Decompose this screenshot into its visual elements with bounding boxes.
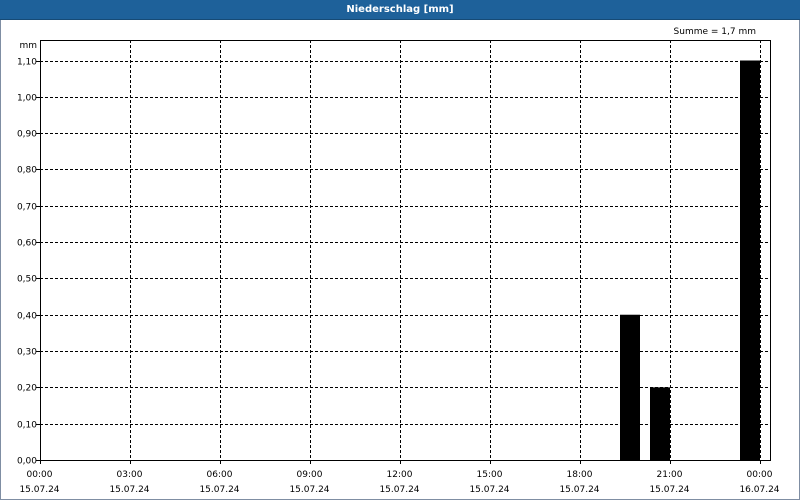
- x-tick-date-label: 15.07.24: [649, 485, 689, 495]
- x-tick-time-label: 00:00: [27, 470, 53, 480]
- y-tick-label: 0,30: [17, 348, 37, 358]
- x-tick-date-label: 15.07.24: [289, 485, 329, 495]
- y-tick-label: 0,80: [17, 166, 37, 176]
- x-tick-date-label: 15.07.24: [19, 485, 59, 495]
- y-tick-label: 1,00: [17, 94, 37, 104]
- x-tick-time-label: 06:00: [207, 470, 233, 480]
- precipitation-bar: [650, 387, 670, 460]
- x-tick-date-label: 16.07.24: [739, 485, 779, 495]
- x-tick-time-label: 09:00: [297, 470, 323, 480]
- x-tick-date-label: 15.07.24: [199, 485, 239, 495]
- y-tick-label: 0,90: [17, 130, 37, 140]
- y-axis-label: mm: [19, 41, 37, 51]
- precipitation-chart: 0,00 0,10 0,20 0,30 0,40 0,50 0,60 0,70 0,80 0,90…: [17, 27, 780, 495]
- x-tick-time-label: 21:00: [657, 470, 683, 480]
- x-tick-date-label: 15.07.24: [379, 485, 419, 495]
- precipitation-bar: [620, 314, 640, 460]
- precipitation-bar: [740, 60, 760, 460]
- y-tick-label: 0,40: [17, 312, 37, 322]
- x-tick-time-label: 12:00: [387, 470, 413, 480]
- y-tick-label: 0,20: [17, 384, 37, 394]
- x-tick-time-label: 15:00: [477, 470, 503, 480]
- x-tick-time-label: 00:00: [747, 470, 773, 480]
- y-tick-label: 0,50: [17, 275, 37, 285]
- x-tick-time-label: 18:00: [567, 470, 593, 480]
- y-tick-label: 0,10: [17, 421, 37, 431]
- y-tick-label: 1,10: [17, 58, 37, 68]
- x-tick-date-label: 15.07.24: [559, 485, 599, 495]
- y-tick-label: 0,70: [17, 203, 37, 213]
- chart-title: Niederschlag [mm]: [0, 0, 800, 20]
- y-tick-label: 0,60: [17, 239, 37, 249]
- y-tick-label: 0,00: [17, 457, 37, 467]
- bars: [620, 60, 760, 460]
- x-tick-date-label: 15.07.24: [109, 485, 149, 495]
- y-axis-ticks: 0,00 0,10 0,20 0,30 0,40 0,50 0,60 0,70 0,80 0,90…: [17, 58, 40, 467]
- sum-label: Summe = 1,7 mm: [674, 27, 756, 37]
- x-axis-ticks: 00:00 15.07.24 03:00 15.07.24 06:00 15.07.24 0…: [19, 460, 780, 495]
- x-tick-date-label: 15.07.24: [469, 485, 509, 495]
- x-tick-time-label: 03:00: [117, 470, 143, 480]
